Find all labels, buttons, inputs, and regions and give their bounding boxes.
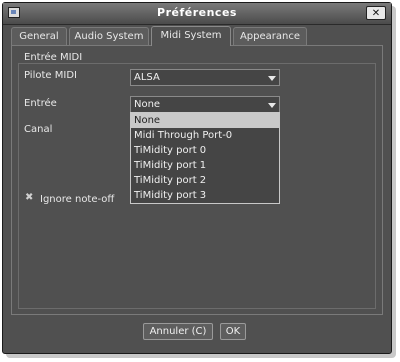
entree-value: None <box>134 99 161 110</box>
dropdown-option[interactable]: TiMidity port 0 <box>131 143 279 158</box>
entree-combo[interactable]: None <box>130 96 280 113</box>
tab-general[interactable]: General <box>11 27 67 45</box>
dropdown-option[interactable]: TiMidity port 2 <box>131 173 279 188</box>
ok-button[interactable]: OK <box>220 323 246 340</box>
dropdown-option[interactable]: None <box>131 113 279 128</box>
chevron-down-icon <box>268 76 276 81</box>
cancel-button[interactable]: Annuler (C) <box>143 323 213 340</box>
ignore-note-off-label: Ignore note-off <box>40 194 115 205</box>
ignore-note-off-checkbox[interactable]: ✖ <box>25 193 35 203</box>
pilote-midi-label: Pilote MIDI <box>24 70 77 81</box>
dropdown-option[interactable]: Midi Through Port-0 <box>131 128 279 143</box>
window-title: Préférences <box>157 6 237 19</box>
pilote-midi-combo[interactable]: ALSA <box>130 69 280 86</box>
canal-label: Canal <box>24 124 53 135</box>
entree-label: Entrée <box>24 98 57 109</box>
title-bar[interactable]: Préférences ✕ <box>3 3 391 25</box>
midi-system-panel: Entrée MIDI Pilote MIDI ALSA Entrée None… <box>11 45 383 315</box>
close-button[interactable]: ✕ <box>366 6 386 20</box>
group-title: Entrée MIDI <box>24 52 83 63</box>
tab-midi-system[interactable]: Midi System <box>151 26 231 46</box>
dropdown-option[interactable]: TiMidity port 3 <box>131 188 279 203</box>
pilote-midi-value: ALSA <box>134 72 160 83</box>
tab-appearance[interactable]: Appearance <box>233 27 307 45</box>
dropdown-option[interactable]: TiMidity port 1 <box>131 158 279 173</box>
preferences-window: Préférences ✕ General Audio System Midi … <box>2 2 392 354</box>
entree-dropdown-list: None Midi Through Port-0 TiMidity port 0… <box>130 112 280 204</box>
chevron-down-icon <box>268 103 276 108</box>
tab-audio-system[interactable]: Audio System <box>69 27 149 45</box>
